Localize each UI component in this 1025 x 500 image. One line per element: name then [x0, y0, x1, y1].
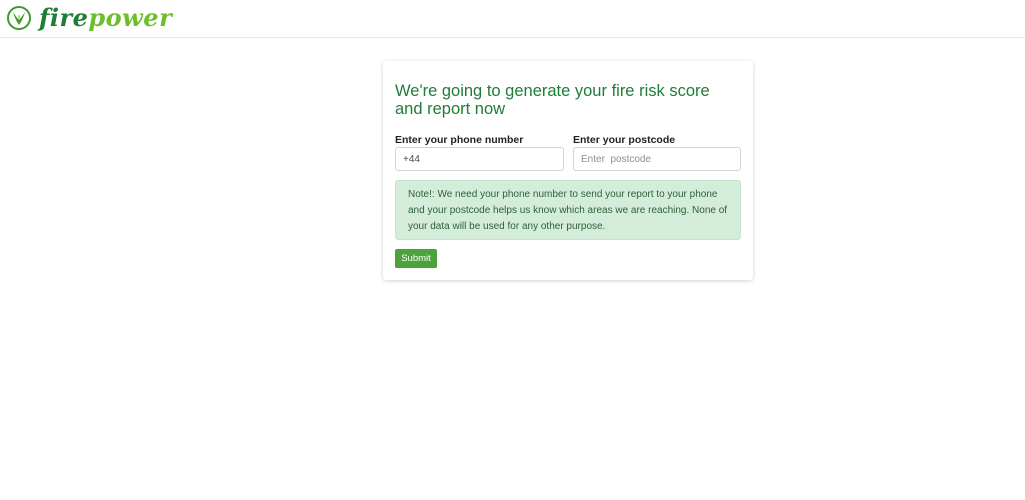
- postcode-label: Enter your postcode: [573, 134, 676, 146]
- logo-text-power: power: [88, 3, 173, 32]
- privacy-note-alert: Note!: We need your phone number to send…: [395, 180, 741, 240]
- form-title: We're going to generate your fire risk s…: [395, 82, 710, 118]
- logo-wordmark: firepower: [39, 3, 172, 33]
- phone-number-input[interactable]: [395, 147, 564, 171]
- top-navbar: firepower: [0, 0, 1025, 38]
- logo-text-fire: fire: [39, 3, 89, 32]
- postcode-input[interactable]: [573, 147, 741, 171]
- phone-label: Enter your phone number: [395, 134, 524, 146]
- flame-logo-icon: [7, 6, 31, 30]
- firepower-logo[interactable]: firepower: [6, 3, 172, 33]
- submit-button[interactable]: Submit: [395, 249, 437, 268]
- risk-score-form-card: We're going to generate your fire risk s…: [383, 61, 753, 280]
